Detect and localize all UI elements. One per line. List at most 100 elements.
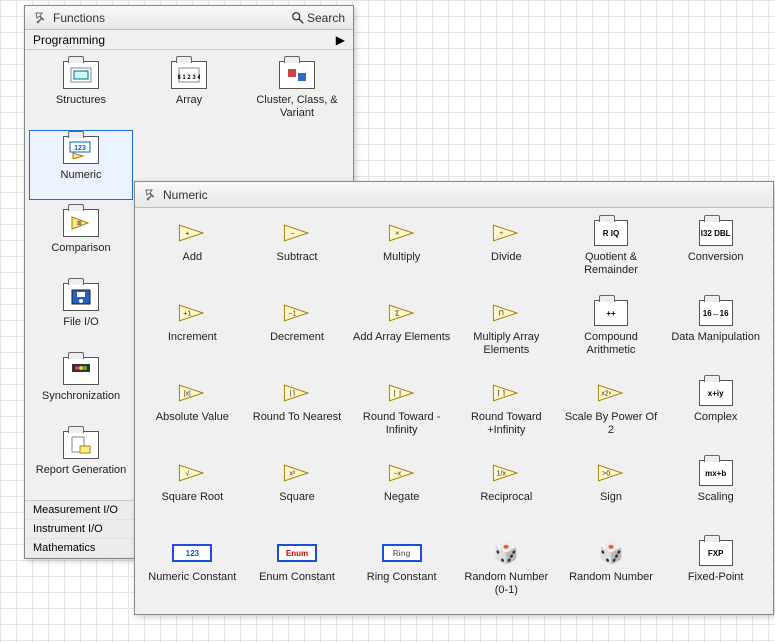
search-icon <box>291 11 305 25</box>
numeric-item-scaling[interactable]: mx+b Scaling <box>664 458 767 528</box>
numeric-item-label: Increment <box>168 331 217 344</box>
svg-text:⌊⌉: ⌊⌉ <box>290 389 296 397</box>
numeric-item-decrement[interactable]: −1 Decrement <box>246 298 349 368</box>
numeric-item-icon: × <box>382 218 422 248</box>
numeric-item-label: Square <box>279 491 314 504</box>
numeric-item-compound-arithmetic[interactable]: ++ Compound Arithmetic <box>560 298 663 368</box>
numeric-item-icon: x2ⁿ <box>591 378 631 408</box>
numeric-item-divide[interactable]: ÷ Divide <box>455 218 558 288</box>
search-button[interactable]: Search <box>291 11 345 25</box>
numeric-item-icon: 123 <box>172 538 212 568</box>
palette-item-numeric[interactable]: 123 Numeric <box>29 130 133 200</box>
numeric-item-icon: x² <box>277 458 317 488</box>
numeric-item-quotient-remainder[interactable]: R IQ Quotient & Remainder <box>560 218 663 288</box>
palette-item-comparison[interactable]: = Comparison <box>29 204 133 274</box>
numeric-item-subtract[interactable]: − Subtract <box>246 218 349 288</box>
numeric-item-label: Conversion <box>688 251 744 264</box>
numeric-item-icon: R IQ <box>591 218 631 248</box>
svg-text:+: + <box>186 230 190 237</box>
palette-item-file-i-o[interactable]: File I/O <box>29 278 133 348</box>
svg-text:×: × <box>395 230 399 237</box>
numeric-item-icon: 1/x <box>486 458 526 488</box>
svg-text:√: √ <box>186 469 190 477</box>
numeric-item-multiply[interactable]: × Multiply <box>350 218 453 288</box>
numeric-item-icon: 🎲 <box>591 538 631 568</box>
palette-item-report-generation[interactable]: Report Generation <box>29 426 133 496</box>
numeric-item-sign[interactable]: >0 Sign <box>560 458 663 528</box>
numeric-item-label: Decrement <box>270 331 324 344</box>
palette-item-array[interactable]: 8 1 2 3 4 Array <box>137 56 241 126</box>
svg-text:>0: >0 <box>602 470 610 477</box>
svg-text:=: = <box>77 219 82 228</box>
numeric-item-complex[interactable]: x+iy Complex <box>664 378 767 448</box>
palette-item-icon: 123 <box>62 133 100 167</box>
numeric-item-reciprocal[interactable]: 1/x Reciprocal <box>455 458 558 528</box>
numeric-item-icon: Π <box>486 298 526 328</box>
chevron-right-icon: ▶ <box>336 33 345 47</box>
numeric-item-negate[interactable]: −x Negate <box>350 458 453 528</box>
numeric-item-label: Round Toward -Infinity <box>352 411 452 436</box>
numeric-item-label: Quotient & Remainder <box>561 251 661 276</box>
numeric-item-random-number-0-1-[interactable]: 🎲 Random Number (0-1) <box>455 538 558 608</box>
palette-item-label: Numeric <box>61 169 102 182</box>
palette-item-label: File I/O <box>63 316 98 329</box>
svg-text:1/x: 1/x <box>497 470 507 477</box>
numeric-item-scale-by-power-of-2[interactable]: x2ⁿ Scale By Power Of 2 <box>560 378 663 448</box>
palette-item-icon <box>278 58 316 92</box>
svg-text:−1: −1 <box>288 310 296 317</box>
breadcrumb[interactable]: Programming ▶ <box>25 30 353 50</box>
numeric-item-round-to-nearest[interactable]: ⌊⌉ Round To Nearest <box>246 378 349 448</box>
svg-text:÷: ÷ <box>500 230 504 237</box>
numeric-item-icon: 🎲 <box>486 538 526 568</box>
numeric-item-add-array-elements[interactable]: Σ Add Array Elements <box>350 298 453 368</box>
numeric-item-absolute-value[interactable]: |x| Absolute Value <box>141 378 244 448</box>
numeric-item-icon: ++ <box>591 298 631 328</box>
numeric-item-icon: Ring <box>382 538 422 568</box>
palette-item-structures[interactable]: Structures <box>29 56 133 126</box>
numeric-item-conversion[interactable]: I32 DBL Conversion <box>664 218 767 288</box>
numeric-item-label: Ring Constant <box>367 571 437 584</box>
palette-item-label: Cluster, Class, & Variant <box>247 94 347 119</box>
svg-text:x²: x² <box>289 469 296 477</box>
numeric-item-fixed-point[interactable]: FXP Fixed-Point <box>664 538 767 608</box>
numeric-item-icon: −1 <box>277 298 317 328</box>
palette-item-label: Structures <box>56 94 106 107</box>
numeric-item-icon: ⌊ ⌋ <box>382 378 422 408</box>
pin-icon[interactable] <box>143 187 159 203</box>
numeric-item-add[interactable]: + Add <box>141 218 244 288</box>
functions-header: Functions Search <box>25 6 353 30</box>
numeric-item-numeric-constant[interactable]: 123 Numeric Constant <box>141 538 244 608</box>
pin-icon[interactable] <box>33 10 49 26</box>
numeric-item-icon: >0 <box>591 458 631 488</box>
palette-item-synchronization[interactable]: Synchronization <box>29 352 133 422</box>
numeric-item-round-toward-infinity[interactable]: ⌈ ⌉ Round Toward +Infinity <box>455 378 558 448</box>
numeric-item-icon: √ <box>172 458 212 488</box>
numeric-item-multiply-array-elements[interactable]: Π Multiply Array Elements <box>455 298 558 368</box>
numeric-item-label: Data Manipulation <box>671 331 760 344</box>
numeric-item-icon: 16↔16 <box>696 298 736 328</box>
numeric-item-label: Reciprocal <box>480 491 532 504</box>
numeric-item-icon: ⌈ ⌉ <box>486 378 526 408</box>
numeric-item-round-toward-infinity[interactable]: ⌊ ⌋ Round Toward -Infinity <box>350 378 453 448</box>
search-label: Search <box>307 11 345 25</box>
palette-item-cluster-class-variant[interactable]: Cluster, Class, & Variant <box>245 56 349 126</box>
numeric-item-label: Square Root <box>161 491 223 504</box>
numeric-item-increment[interactable]: +1 Increment <box>141 298 244 368</box>
numeric-item-data-manipulation[interactable]: 16↔16 Data Manipulation <box>664 298 767 368</box>
numeric-item-label: Scale By Power Of 2 <box>561 411 661 436</box>
numeric-item-random-number[interactable]: 🎲 Random Number <box>560 538 663 608</box>
numeric-item-label: Enum Constant <box>259 571 335 584</box>
svg-text:123: 123 <box>74 145 86 152</box>
breadcrumb-label: Programming <box>33 33 105 47</box>
numeric-item-icon: mx+b <box>696 458 736 488</box>
numeric-item-enum-constant[interactable]: Enum Enum Constant <box>246 538 349 608</box>
numeric-item-label: Compound Arithmetic <box>561 331 661 356</box>
palette-item-label: Report Generation <box>36 464 127 477</box>
numeric-item-square-root[interactable]: √ Square Root <box>141 458 244 528</box>
numeric-item-icon: −x <box>382 458 422 488</box>
numeric-item-square[interactable]: x² Square <box>246 458 349 528</box>
svg-text:|x|: |x| <box>184 390 191 397</box>
numeric-item-ring-constant[interactable]: Ring Ring Constant <box>350 538 453 608</box>
svg-text:⌈ ⌉: ⌈ ⌉ <box>498 389 506 397</box>
numeric-item-label: Multiply Array Elements <box>456 331 556 356</box>
